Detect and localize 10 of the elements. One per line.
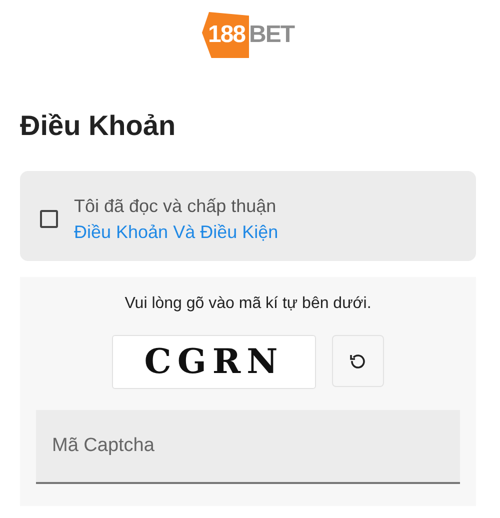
logo-mark: 188	[202, 12, 250, 58]
refresh-button[interactable]	[332, 335, 384, 387]
page-title: Điều Khoản	[20, 110, 177, 143]
logo-text: BET	[249, 21, 294, 49]
terms-link[interactable]: Điều Khoản Và Điều Kiện	[74, 222, 278, 242]
captcha-prompt: Vui lòng gõ vào mã kí tự bên dưới.	[124, 295, 372, 313]
captcha-image: CGRN	[112, 335, 316, 389]
terms-text: Tôi đã đọc và chấp thuận Điều Khoản Và Điều Kiện	[74, 195, 280, 244]
checkbox[interactable]	[40, 210, 58, 228]
captcha-field[interactable]: Mã Captcha	[36, 410, 460, 484]
